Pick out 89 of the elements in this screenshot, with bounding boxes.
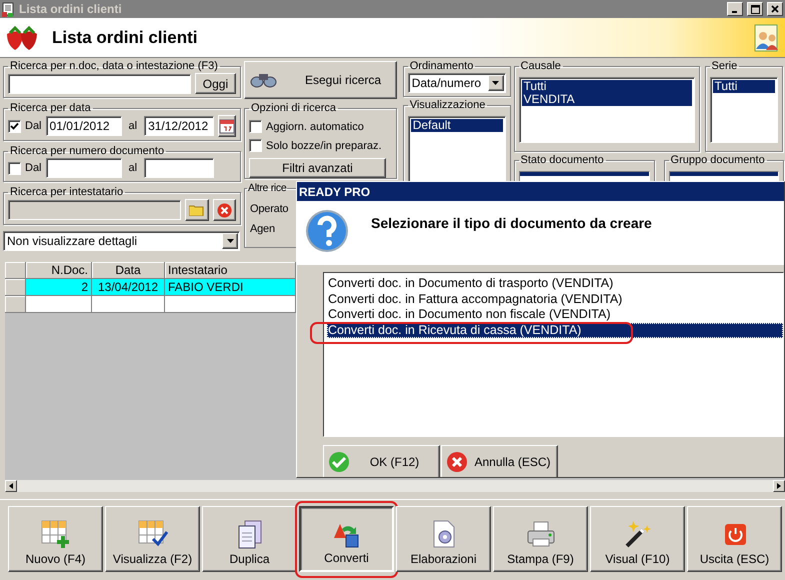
cancel-button[interactable]: Annulla (ESC)	[441, 445, 558, 477]
check-icon	[328, 451, 350, 473]
group-label: Ricerca per data	[9, 102, 92, 115]
arrow-left-icon[interactable]	[9, 483, 13, 489]
binoculars-icon	[249, 71, 279, 89]
dialog-title: READY PRO	[297, 182, 784, 201]
browse-button[interactable]	[185, 199, 209, 221]
details-dropdown[interactable]: Non visualizzare dettagli	[3, 231, 240, 251]
group-label: Serie	[710, 60, 738, 73]
list-item[interactable]: Converti doc. in Ricevuta di cassa (VENDITA)	[327, 322, 783, 338]
toolbar-button[interactable]: Converti	[299, 506, 394, 572]
number-field[interactable]	[144, 158, 214, 178]
group-label: Ricerca per numero documento	[9, 145, 166, 158]
minimize-icon[interactable]	[727, 2, 743, 16]
table-cell	[26, 296, 92, 313]
toolbar-button[interactable]: Uscita (ESC)	[687, 506, 782, 572]
group-label: Altre rice	[247, 182, 288, 195]
field-label: al	[128, 162, 138, 174]
field-label: Dal	[25, 162, 42, 174]
group-label: Ordinamento	[408, 60, 474, 73]
checkbox[interactable]	[249, 120, 262, 133]
list-item[interactable]: Converti doc. in Documento di trasporto (VENDITA)	[327, 276, 783, 292]
toolbar-button[interactable]: Visual (F10)	[590, 506, 685, 572]
toolbar-button[interactable]: Elaborazioni	[396, 506, 491, 572]
printer-icon	[526, 519, 556, 549]
toolbar-button[interactable]: Duplica	[202, 506, 297, 572]
today-button[interactable]: Oggi	[194, 73, 236, 94]
row-header-cell	[5, 279, 26, 296]
users-icon	[753, 22, 781, 52]
column-header[interactable]: Intestatario	[165, 262, 296, 279]
search-field[interactable]	[8, 74, 191, 94]
calendar-icon	[219, 118, 236, 134]
question-icon	[305, 209, 349, 253]
group-label: Opzioni di ricerca	[250, 102, 337, 115]
table-row[interactable]: 2 13/04/2012 FABIO VERDI	[5, 279, 296, 296]
sort-dropdown[interactable]: Data/numero	[408, 73, 506, 93]
dialog-message: Selezionare il tipo di documento da creare	[371, 214, 652, 233]
caret-icon	[226, 239, 234, 243]
document-icon	[2, 2, 16, 16]
toolbar-button[interactable]: Nuovo (F4)	[8, 506, 103, 572]
group-label: Ricerca per n.doc, data o intestazione (F3)	[9, 60, 219, 73]
field-label: Agen	[250, 223, 276, 235]
ok-button[interactable]: OK (F12)	[323, 445, 440, 477]
list-item[interactable]: Tutti	[522, 80, 692, 93]
caret-icon	[492, 81, 500, 85]
table-add-icon	[40, 519, 70, 549]
option-label: Aggiorn. automatico	[266, 120, 364, 132]
table-cell: 2	[26, 279, 92, 296]
list-item[interactable]: Converti doc. in Fattura accompagnatoria (VENDITA)	[327, 292, 783, 307]
group-label: Gruppo documento	[670, 154, 766, 167]
table-cell: FABIO VERDI	[165, 279, 296, 296]
list-item[interactable]: Converti doc. in Documento non fiscale (VENDITA)	[327, 307, 783, 322]
checkbox[interactable]	[8, 120, 21, 132]
group-label: Visualizzazione	[408, 99, 486, 112]
option-label: Solo bozze/in preparaz.	[266, 140, 382, 152]
table-cell: 13/04/2012	[92, 279, 165, 296]
clear-button[interactable]	[212, 199, 236, 221]
arrow-right-icon[interactable]	[777, 483, 781, 489]
folder-icon	[189, 204, 204, 216]
date-field[interactable]: 31/12/2012	[144, 116, 214, 136]
checkbox[interactable]	[249, 139, 262, 152]
table-check-icon	[138, 519, 168, 549]
column-header[interactable]: Data	[92, 262, 165, 279]
checkbox[interactable]	[8, 162, 21, 174]
maximize-icon[interactable]	[747, 2, 763, 16]
group-label: Causale	[520, 60, 562, 73]
strawberry-icon	[4, 24, 40, 52]
group-label: Ricerca per intestatario	[9, 186, 124, 199]
clear-icon	[216, 202, 232, 218]
row-header-cell	[5, 296, 26, 313]
page-title: Lista ordini clienti	[52, 28, 198, 48]
number-field[interactable]	[46, 158, 122, 178]
list-item[interactable]: Tutti	[712, 80, 775, 93]
calendar-button[interactable]	[218, 115, 236, 137]
date-field[interactable]: 01/01/2012	[46, 116, 122, 136]
group-label: Stato documento	[520, 154, 605, 167]
column-header[interactable]: N.Doc.	[26, 262, 92, 279]
toolbar-button[interactable]: Visualizza (F2)	[105, 506, 200, 572]
close-icon[interactable]	[767, 2, 783, 16]
cancel-icon	[446, 451, 468, 473]
field-label: Dal	[25, 120, 42, 132]
search-button[interactable]: Esegui ricerca	[244, 61, 397, 99]
toolbar-button[interactable]: Stampa (F9)	[493, 506, 588, 572]
field-label: Operato	[250, 203, 290, 215]
advanced-filters-button[interactable]: Filtri avanzati	[249, 158, 386, 178]
field-label: al	[128, 120, 138, 132]
window-title: Lista ordini clienti	[19, 2, 123, 16]
list-item[interactable]: Default	[410, 119, 503, 132]
list-item[interactable]: VENDITA	[522, 93, 692, 106]
